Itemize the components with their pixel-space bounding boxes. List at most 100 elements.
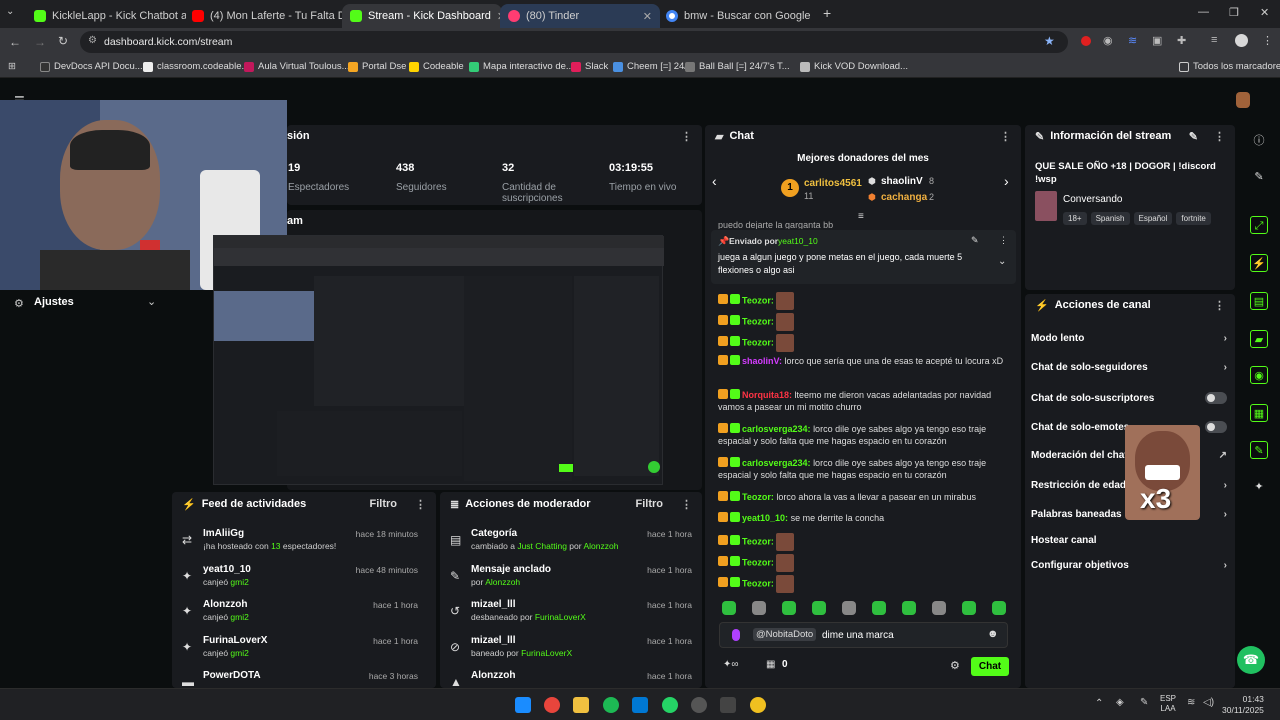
- pencil-icon[interactable]: ✎: [1250, 168, 1268, 186]
- mod-action-row[interactable]: ⊘ mizael_lll baneado por FurinaLoverX ha…: [440, 635, 702, 671]
- bookmark-item[interactable]: Cheem [=] 24/7: [613, 61, 692, 72]
- mod-action-row[interactable]: ▤ Categoría cambiado a Just Chatting por…: [440, 528, 702, 564]
- info-icon[interactable]: ⓘ: [1250, 132, 1268, 150]
- gift-icon[interactable]: ▦: [766, 659, 775, 670]
- collapse-icon[interactable]: ≡: [858, 211, 864, 222]
- kebab-menu-icon[interactable]: ⋮: [681, 130, 692, 143]
- bookmarks-folder[interactable]: Todos los marcadores: [1179, 61, 1280, 72]
- bookmark-item[interactable]: Mapa interactivo de...: [469, 61, 574, 72]
- quick-emote[interactable]: [902, 601, 916, 615]
- start-icon[interactable]: [515, 697, 531, 713]
- quick-emote[interactable]: [872, 601, 886, 615]
- new-tab-icon[interactable]: +: [823, 5, 831, 21]
- feed-username[interactable]: yeat10_10: [203, 564, 251, 575]
- tab-kicklelapp[interactable]: KickleLapp - Kick Chatbot and ✕: [26, 4, 186, 28]
- tab-youtube[interactable]: (4) Mon Laferte - Tu Falta D ✕: [184, 4, 344, 28]
- extension-screen-icon[interactable]: ▣: [1152, 34, 1162, 47]
- chat-username[interactable]: Teozor:: [742, 492, 774, 502]
- menu-dots-icon[interactable]: ⋮: [1262, 34, 1273, 47]
- donor-name[interactable]: shaolinV: [881, 176, 923, 187]
- donor-name[interactable]: carlitos4561: [804, 178, 862, 189]
- toggle-switch[interactable]: [1205, 392, 1227, 404]
- bookmark-item[interactable]: Codeable: [409, 61, 464, 72]
- emoji-picker-icon[interactable]: ☻: [987, 628, 999, 640]
- mic-icon[interactable]: [732, 629, 740, 641]
- quick-emote[interactable]: [782, 601, 796, 615]
- chevron-down-icon[interactable]: ⌄: [998, 256, 1006, 267]
- extension-audio-icon[interactable]: ≋: [1128, 34, 1137, 47]
- chat-username[interactable]: carlosverga234:: [742, 424, 811, 434]
- feed-row[interactable]: ▬ PowerDOTA hace 3 horas: [172, 670, 428, 688]
- address-field[interactable]: ⚙ dashboard.kick.com/stream ★: [80, 31, 1068, 53]
- unpin-icon[interactable]: ✎: [971, 235, 979, 246]
- feed-row[interactable]: ✦ Alonzzoh canjeó gmi2 hace 1 hora: [172, 599, 428, 635]
- filter-button[interactable]: Filtro: [370, 498, 398, 510]
- spotify-icon[interactable]: [603, 697, 619, 713]
- bookmark-item[interactable]: Slack: [571, 61, 608, 72]
- quick-emote[interactable]: [752, 601, 766, 615]
- chevron-left-icon[interactable]: ‹: [712, 173, 717, 189]
- minimize-icon[interactable]: —: [1198, 6, 1209, 18]
- kebab-menu-icon[interactable]: ⋮: [999, 235, 1008, 246]
- extension-incognito-icon[interactable]: ◉: [1103, 34, 1113, 47]
- chat-username[interactable]: Teozor:: [742, 316, 774, 326]
- tab-kick-dashboard[interactable]: Stream - Kick Dashboard ✕: [342, 4, 502, 28]
- language-indicator[interactable]: ESP LAA: [1160, 694, 1176, 714]
- send-chat-button[interactable]: Chat: [971, 657, 1009, 676]
- chevron-down-icon[interactable]: ⌄: [147, 295, 156, 308]
- profile-avatar[interactable]: [1235, 34, 1248, 47]
- chat-settings-gear-icon[interactable]: ⚙: [950, 659, 960, 672]
- extension-record-icon[interactable]: [1081, 36, 1091, 46]
- bookmark-item[interactable]: DevDocs API Docu...: [40, 61, 143, 72]
- broadcast-icon[interactable]: ◉: [1250, 366, 1268, 384]
- chevron-up-icon[interactable]: ⌃: [1095, 698, 1103, 709]
- bookmark-item[interactable]: Portal Dse: [348, 61, 406, 72]
- file-explorer-icon[interactable]: [573, 697, 589, 713]
- feed-row[interactable]: ⇄ ImAliiGg ¡ha hosteado con 13 espectado…: [172, 528, 428, 564]
- donor-name[interactable]: cachanga: [881, 192, 927, 203]
- tab-tinder[interactable]: (80) Tinder ✕: [500, 4, 660, 28]
- stack-icon[interactable]: ▦: [1250, 404, 1268, 422]
- extensions-puzzle-icon[interactable]: ✚: [1177, 34, 1186, 47]
- channel-action-item[interactable]: Hostear canal: [1031, 535, 1227, 546]
- quick-emote[interactable]: [812, 601, 826, 615]
- feed-username[interactable]: FurinaLoverX: [203, 635, 267, 646]
- reload-icon[interactable]: ↻: [58, 34, 68, 48]
- chat-username[interactable]: Teozor:: [742, 295, 774, 305]
- user-avatar[interactable]: [1236, 92, 1250, 108]
- tray-pen-icon[interactable]: ✎: [1140, 697, 1148, 708]
- kebab-menu-icon[interactable]: ⋮: [681, 498, 692, 511]
- list-icon[interactable]: ▤: [1250, 292, 1268, 310]
- app-icon[interactable]: [720, 697, 736, 713]
- support-headset-icon[interactable]: ☎: [1237, 646, 1265, 674]
- users-icon[interactable]: ✦: [1250, 478, 1268, 496]
- wrench-icon[interactable]: ✎: [1250, 441, 1268, 459]
- back-icon[interactable]: ←: [9, 35, 21, 49]
- channel-action-item[interactable]: Chat de solo-suscriptores: [1031, 392, 1227, 404]
- chat-username[interactable]: Teozor:: [742, 536, 774, 546]
- lightning-icon[interactable]: ⚡: [1250, 254, 1268, 272]
- forward-icon[interactable]: →: [34, 35, 46, 49]
- media-controls-icon[interactable]: ≡: [1211, 34, 1217, 46]
- tray-app-icon[interactable]: ◈: [1116, 697, 1124, 708]
- channel-action-item[interactable]: Configurar objetivos ›: [1031, 560, 1227, 571]
- bookmark-item[interactable]: Aula Virtual Toulous...: [244, 61, 350, 72]
- wifi-icon[interactable]: ≋: [1187, 697, 1195, 708]
- channel-action-item[interactable]: Chat de solo-seguidores ›: [1031, 362, 1227, 373]
- expand-icon[interactable]: ⤢: [1250, 216, 1268, 234]
- chrome-canary-icon[interactable]: [750, 697, 766, 713]
- store-icon[interactable]: [632, 697, 648, 713]
- chat-username[interactable]: yeat10_10:: [742, 513, 788, 523]
- chat-input[interactable]: @NobitaDoto dime una marca ☻: [719, 622, 1008, 648]
- mod-action-row[interactable]: ✎ Mensaje anclado por Alonzzoh hace 1 ho…: [440, 564, 702, 600]
- chrome-icon[interactable]: [544, 697, 560, 713]
- bookmark-item[interactable]: classroom.codeable...: [143, 61, 249, 72]
- whatsapp-icon[interactable]: [662, 697, 678, 713]
- reply-mention-chip[interactable]: @NobitaDoto: [753, 628, 817, 641]
- quick-emote[interactable]: [992, 601, 1006, 615]
- chat-username[interactable]: Teozor:: [742, 337, 774, 347]
- filter-button[interactable]: Filtro: [636, 498, 664, 510]
- pinned-author[interactable]: yeat10_10: [778, 236, 818, 246]
- mod-action-row[interactable]: ▲ Alonzzoh hace 1 hora: [440, 670, 702, 688]
- site-info-icon[interactable]: ⚙: [88, 35, 97, 46]
